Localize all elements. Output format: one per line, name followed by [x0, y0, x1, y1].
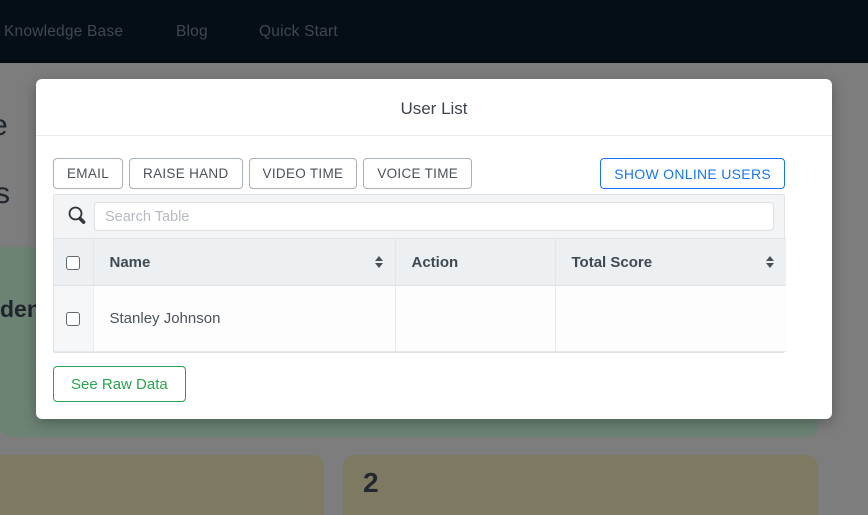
stat-value: 2: [363, 467, 379, 499]
search-icon: [62, 205, 92, 228]
search-input[interactable]: [94, 202, 774, 231]
nav-item-blog[interactable]: Blog: [176, 0, 208, 63]
nav-item-quick-start[interactable]: Quick Start: [259, 0, 338, 63]
row-checkbox[interactable]: [66, 312, 80, 326]
column-header-name[interactable]: Name: [93, 239, 395, 286]
column-label: Name: [110, 254, 151, 271]
email-button[interactable]: EMAIL: [53, 158, 123, 189]
column-header-total-score[interactable]: Total Score: [555, 239, 786, 286]
background-text-fragment: s: [0, 177, 10, 211]
background-text-fragment: e: [0, 109, 8, 143]
column-header-action: Action: [395, 239, 555, 286]
video-time-button[interactable]: VIDEO TIME: [249, 158, 358, 189]
raise-hand-button[interactable]: RAISE HAND: [129, 158, 243, 189]
user-table-card: Name Action Total Score: [53, 194, 785, 353]
select-all-cell: [54, 239, 93, 286]
user-table: Name Action Total Score: [54, 238, 786, 352]
select-all-checkbox[interactable]: [66, 256, 80, 270]
row-name-cell: Stanley Johnson: [93, 286, 395, 352]
table-search-strip: [54, 195, 784, 238]
sort-icon[interactable]: [766, 256, 774, 268]
row-select-cell: [54, 286, 93, 352]
table-row: Stanley Johnson: [54, 286, 786, 352]
row-action-cell: [395, 286, 555, 352]
row-total-score-cell: [555, 286, 786, 352]
background-text-fragment: den: [0, 296, 41, 323]
modal-title: User List: [36, 99, 832, 119]
filter-button-row: EMAIL RAISE HAND VIDEO TIME VOICE TIME S…: [53, 158, 785, 189]
column-label: Action: [412, 254, 459, 271]
nav-item-knowledge-base[interactable]: Knowledge Base: [4, 0, 123, 63]
see-raw-data-button[interactable]: See Raw Data: [53, 366, 186, 402]
sort-icon[interactable]: [375, 256, 383, 268]
background-stat-card: [0, 455, 324, 515]
modal-header: User List: [36, 79, 832, 136]
background-stat-card: 2: [343, 455, 818, 515]
column-label: Total Score: [572, 254, 653, 271]
modal-body: EMAIL RAISE HAND VIDEO TIME VOICE TIME S…: [36, 136, 802, 402]
user-list-modal: User List EMAIL RAISE HAND VIDEO TIME VO…: [36, 79, 832, 419]
show-online-users-button[interactable]: SHOW ONLINE USERS: [600, 158, 785, 189]
voice-time-button[interactable]: VOICE TIME: [363, 158, 472, 189]
table-header-row: Name Action Total Score: [54, 239, 786, 286]
top-navbar: Knowledge Base Blog Quick Start: [0, 0, 868, 63]
